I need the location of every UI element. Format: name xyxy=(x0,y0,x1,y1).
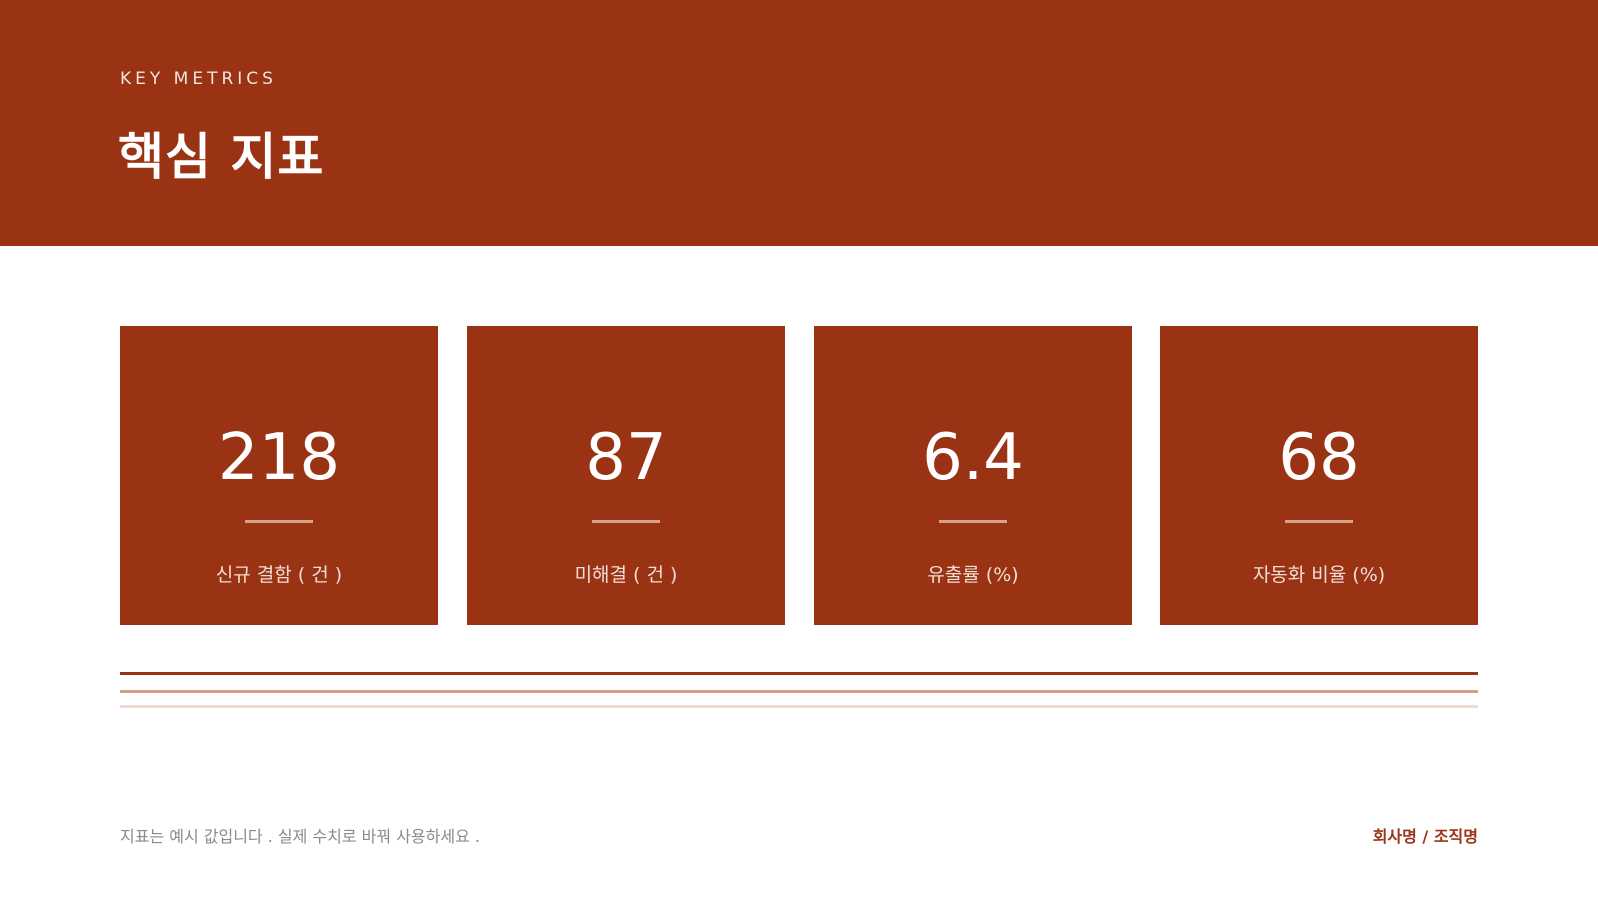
metric-label: 미해결 ( 건 ) xyxy=(574,564,678,586)
metric-divider xyxy=(592,520,660,523)
metric-divider xyxy=(245,520,313,523)
metric-card-new-defects: 218 신규 결함 ( 건 ) xyxy=(120,326,438,625)
metric-value: 6.4 xyxy=(922,421,1024,495)
metric-card-automation-rate: 68 자동화 비율 (%) xyxy=(1160,326,1478,625)
metric-value: 218 xyxy=(217,421,341,495)
metric-label: 자동화 비율 (%) xyxy=(1252,564,1386,586)
page-title: 핵심 지표 xyxy=(118,128,325,186)
metric-value: 87 xyxy=(585,421,667,495)
header-band: KEY METRICS 핵심 지표 xyxy=(0,0,1598,246)
metric-cards: 218 신규 결함 ( 건 ) 87 미해결 ( 건 ) 6.4 유출률 (%)… xyxy=(120,326,1478,625)
metric-label: 유출률 (%) xyxy=(927,564,1019,586)
organization-label: 회사명 / 조직명 xyxy=(1372,827,1478,846)
metric-divider xyxy=(1285,520,1353,523)
footnote: 지표는 예시 값입니다 . 실제 수치로 바꿔 사용하세요 . xyxy=(120,827,480,846)
metric-card-leakage-rate: 6.4 유출률 (%) xyxy=(814,326,1132,625)
accent-rule-medium xyxy=(120,690,1478,693)
metric-card-unresolved: 87 미해결 ( 건 ) xyxy=(467,326,785,625)
metric-value: 68 xyxy=(1278,421,1360,495)
metric-label: 신규 결함 ( 건 ) xyxy=(215,564,343,586)
accent-rule-dark xyxy=(120,672,1478,675)
accent-rule-light xyxy=(120,705,1478,708)
metric-divider xyxy=(939,520,1007,523)
eyebrow-label: KEY METRICS xyxy=(120,69,277,89)
